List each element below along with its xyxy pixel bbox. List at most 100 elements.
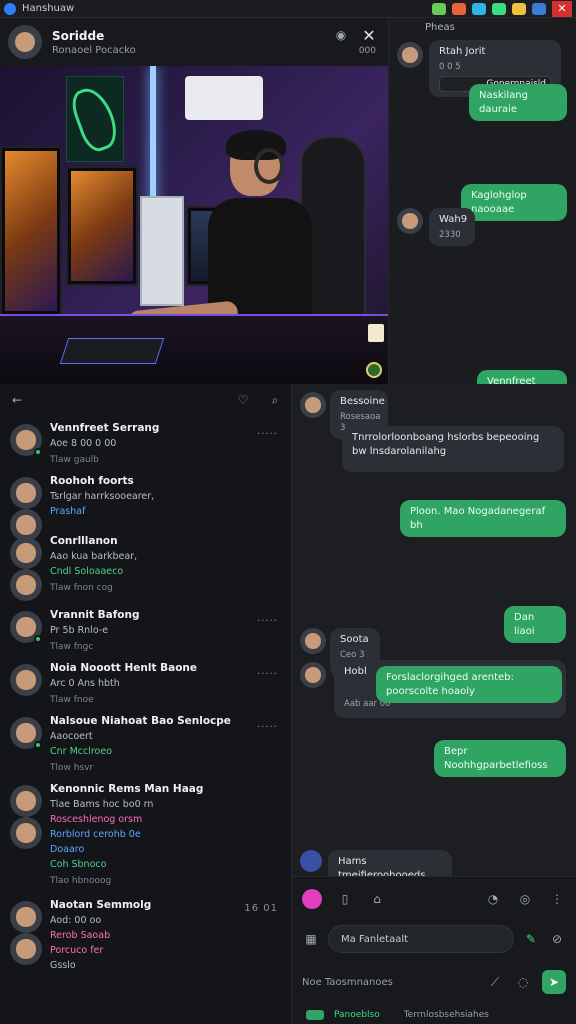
chat-preview-2: Rerob Saoab bbox=[50, 930, 111, 941]
attach-icon[interactable]: ▯ bbox=[336, 890, 354, 908]
second-input-row: Noe Taosmnanoes ⟋ ◌ ➤ bbox=[292, 965, 576, 999]
chat-preview: Aaocoert bbox=[50, 731, 93, 742]
chat-avatar bbox=[10, 477, 42, 509]
pc-case bbox=[140, 196, 184, 306]
chat-time: Tlaw gaulb bbox=[50, 455, 99, 465]
chat-list: Vennfreet Serrang ..... Aoe 8 00 0 00 Tl… bbox=[0, 416, 292, 1024]
gif-icon[interactable]: ◎ bbox=[516, 890, 534, 908]
heart-icon[interactable]: ♡ bbox=[234, 391, 252, 409]
message-bubble-quote[interactable]: Hobl Aab aar 00 Forslaclorgihged arenteb… bbox=[334, 660, 566, 718]
status-chip-icon bbox=[306, 1010, 324, 1020]
tray-icon-5[interactable] bbox=[512, 2, 526, 15]
message-bubble-in[interactable]: Wah9 2330 bbox=[429, 208, 475, 246]
tray-icons: ✕ bbox=[432, 0, 572, 17]
link-icon[interactable]: ⊘ bbox=[548, 930, 566, 948]
chat-preview-2: Cnr Mcclroeo bbox=[50, 746, 113, 757]
chat-list-item[interactable]: Vennfreet Serrang ..... Aoe 8 00 0 00 Tl… bbox=[0, 416, 292, 469]
message-bubble-out[interactable]: Dan liaoi bbox=[504, 606, 566, 643]
chat-preview: Pr 5b Rnlo-e bbox=[50, 625, 109, 636]
chat-time: Tlaw fnoe bbox=[50, 695, 94, 705]
chat-preview: Tlae Bams hoc bo0 rn bbox=[50, 799, 154, 810]
list-toolbar: ← ♡ ⌕ bbox=[0, 388, 292, 412]
chat-title: Noia Nooott Henlt Baone bbox=[50, 662, 198, 674]
contact-avatar[interactable] bbox=[8, 25, 42, 59]
message-time: 0 0 5 bbox=[439, 61, 461, 72]
monitor-left bbox=[0, 146, 62, 316]
more-options-icon[interactable]: ..... bbox=[257, 613, 278, 624]
chat-list-item[interactable]: Noia Nooott Henlt Baone ..... Arc 0 Ans … bbox=[0, 656, 292, 709]
message-bubble-out[interactable]: Kaglohglop naooaae bbox=[461, 184, 567, 221]
message-sender: Rtah Jorit bbox=[439, 46, 486, 57]
right-panel-label: Pheas bbox=[425, 22, 455, 33]
chat-list-item[interactable]: Naotan Semmolg 16 01 Aod: 00 oo Rerob Sa… bbox=[0, 893, 292, 989]
online-indicator bbox=[34, 741, 42, 749]
message-sender: Wah9 bbox=[439, 214, 468, 225]
chat-avatar bbox=[10, 785, 42, 817]
contact-status: Ronaoel Pocacko bbox=[52, 44, 136, 56]
settings-icon[interactable]: ◉ bbox=[332, 26, 350, 44]
chat-preview-2: Prashaf bbox=[50, 506, 86, 517]
message-bubble-in[interactable]: Tnrrolorloonboang hslorbs bepeooing bw l… bbox=[342, 426, 564, 472]
chat-avatar bbox=[10, 664, 42, 696]
chat-preview: Tsrlgar harrksooearer, bbox=[50, 491, 155, 502]
air-conditioner bbox=[185, 76, 263, 120]
tray-icon-2[interactable] bbox=[452, 2, 466, 15]
chat-list-item[interactable]: Roohoh foorts Tsrlgar harrksooearer, Pra… bbox=[0, 469, 292, 541]
chat-title: Nalsoue Niahoat Bao Senlocpe bbox=[50, 715, 231, 727]
pen-icon[interactable]: ✎ bbox=[522, 930, 540, 948]
message-sender: Bessoine bbox=[340, 396, 385, 407]
voice-icon[interactable]: ◌ bbox=[514, 973, 532, 991]
message-bubble-out[interactable]: Bepr Noohhgparbetlefioss bbox=[434, 740, 566, 777]
more-options-icon[interactable]: ..... bbox=[257, 719, 278, 730]
chat-preview-3: Porcuco fer bbox=[50, 945, 104, 956]
chat-list-item[interactable]: Conrlllanon Aao kua barkbear, Cndl Soloa… bbox=[0, 529, 292, 603]
title-bar: Hanshuaw ✕ bbox=[0, 0, 576, 18]
app-title: Hanshuaw bbox=[22, 3, 75, 14]
composer-toolbar: ▯ ⌂ ◔ ◎ ⋮ bbox=[302, 887, 566, 911]
close-window-icon[interactable]: ✕ bbox=[552, 0, 572, 17]
brush-icon[interactable]: ⟋ bbox=[486, 973, 504, 991]
search-icon[interactable]: ⌕ bbox=[266, 391, 284, 409]
chat-time: Tlao hbnooog bbox=[50, 876, 112, 886]
tray-icon-4[interactable] bbox=[492, 2, 506, 15]
chat-preview: Aao kua barkbear, bbox=[50, 551, 138, 562]
chat-preview-2: Cndl Soloaaeco bbox=[50, 566, 124, 577]
message-bubble-out[interactable]: Naskilang dauraie bbox=[469, 84, 567, 121]
message-input[interactable]: Ma Fanletaalt bbox=[328, 925, 514, 953]
sticker-icon[interactable]: ◔ bbox=[484, 890, 502, 908]
tray-icon-6[interactable] bbox=[532, 2, 546, 15]
emoji-icon[interactable] bbox=[302, 889, 322, 909]
more-options-icon[interactable]: ..... bbox=[257, 666, 278, 677]
chat-time: Tlaw fngc bbox=[50, 642, 94, 652]
more-options-icon[interactable]: ..... bbox=[257, 426, 278, 437]
chat-preview-3: Rorblord cerohb 0e bbox=[50, 829, 141, 840]
chat-title: Vennfreet Serrang bbox=[50, 422, 160, 434]
chat-list-item[interactable]: Kenonnic Rems Man Haag Tlae Bams hoc bo0… bbox=[0, 777, 292, 893]
grid-icon[interactable]: ▦ bbox=[302, 930, 320, 948]
chat-list-item[interactable]: Vrannit Bafong ..... Pr 5b Rnlo-e Tlaw f… bbox=[0, 603, 292, 656]
close-icon[interactable]: ✕ bbox=[360, 26, 378, 45]
sender-avatar bbox=[300, 850, 322, 872]
tray-icon-3[interactable] bbox=[472, 2, 486, 15]
keyboard bbox=[59, 338, 165, 364]
composer-footer: Panoeblso Terrnlosbsehsiahes bbox=[292, 1005, 576, 1024]
message-bubble-out[interactable]: Ploon. Mao Nogadanegeraf bh bbox=[400, 500, 566, 537]
status-icon[interactable] bbox=[366, 362, 382, 378]
chat-preview: Arc 0 Ans hbth bbox=[50, 678, 120, 689]
chat-title: Conrlllanon bbox=[50, 535, 118, 547]
gift-icon[interactable]: ⌂ bbox=[368, 890, 386, 908]
quoted-reply: Forslaclorgihged arenteb: poorscolte hoa… bbox=[376, 666, 562, 703]
right-panel: Pheas Rtah Jorit 0 0 5 Gonernnaisld Nask… bbox=[388, 18, 576, 407]
more-icon[interactable]: ⋮ bbox=[548, 890, 566, 908]
back-arrow-icon[interactable]: ← bbox=[8, 391, 26, 409]
contact-header: Soridde Ronaoel Pocacko ◉ ✕ 000 bbox=[0, 18, 388, 66]
tray-icon-1[interactable] bbox=[432, 2, 446, 15]
secondary-input[interactable]: Noe Taosmnanoes bbox=[302, 977, 476, 988]
chat-sub-avatar bbox=[10, 933, 42, 965]
chat-list-item[interactable]: Nalsoue Niahoat Bao Senlocpe ..... Aaoco… bbox=[0, 709, 292, 777]
online-indicator bbox=[34, 635, 42, 643]
sticker-icon[interactable] bbox=[368, 324, 384, 342]
video-stream[interactable] bbox=[0, 66, 388, 384]
send-button[interactable]: ➤ bbox=[542, 970, 566, 994]
chat-time: Tlow hsvr bbox=[50, 763, 94, 773]
